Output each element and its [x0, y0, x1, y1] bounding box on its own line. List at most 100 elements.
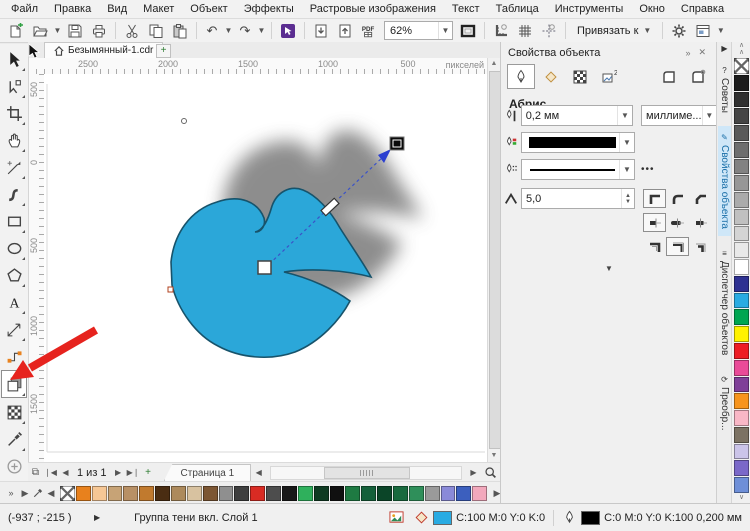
color-swatch[interactable]: [155, 486, 170, 501]
color-swatch[interactable]: [734, 75, 749, 91]
color-swatch[interactable]: [734, 293, 749, 309]
shadow-origin-handle[interactable]: [258, 261, 271, 274]
vertical-ruler[interactable]: 500050010001500: [28, 74, 45, 462]
color-swatch[interactable]: [425, 486, 440, 501]
ellipse-tool[interactable]: [2, 235, 26, 261]
crop-tool[interactable]: [2, 100, 26, 126]
docker-pin-icon[interactable]: »: [681, 48, 694, 58]
publish-pdf-button[interactable]: PDF: [357, 21, 381, 41]
color-swatch[interactable]: [734, 326, 749, 342]
scroll-right-icon[interactable]: ▶: [466, 468, 481, 477]
color-swatch[interactable]: [139, 486, 154, 501]
color-swatch[interactable]: [345, 486, 360, 501]
round-corner-button[interactable]: [666, 189, 689, 208]
scroll-left-icon[interactable]: ◀: [251, 468, 266, 477]
menu-1[interactable]: Файл: [3, 2, 46, 16]
first-page-button[interactable]: ❘◀: [43, 468, 58, 477]
expand-section-icon[interactable]: ▼: [501, 264, 717, 273]
horizontal-scroll-thumb[interactable]: [324, 467, 410, 479]
centered-outline-button[interactable]: [666, 237, 689, 256]
menu-9[interactable]: Таблица: [488, 2, 547, 16]
new-tab-button[interactable]: +: [156, 44, 171, 58]
redo-button-dropdown[interactable]: ▼: [256, 21, 267, 41]
docker-tab-1[interactable]: ?Советы: [718, 59, 731, 120]
new-document-button[interactable]: [4, 21, 28, 41]
outside-outline-button[interactable]: [643, 237, 666, 256]
color-swatch[interactable]: [734, 226, 749, 242]
color-swatch[interactable]: [734, 242, 749, 258]
dimension-tool[interactable]: [2, 316, 26, 342]
eyedropper-tool[interactable]: [2, 426, 26, 452]
no-color-swatch[interactable]: [60, 486, 75, 501]
menu-8[interactable]: Текст: [444, 2, 488, 16]
miter-corner-button[interactable]: [643, 189, 666, 208]
zoom-tool-icon[interactable]: [484, 466, 497, 479]
color-swatch[interactable]: [734, 108, 749, 124]
color-swatch[interactable]: [123, 486, 138, 501]
previous-page-button[interactable]: ◀: [58, 468, 73, 477]
document-color-settings-icon[interactable]: [389, 510, 404, 525]
color-swatch[interactable]: [734, 410, 749, 426]
miter-limit-spinner[interactable]: 5,0 ▲▼: [521, 188, 635, 209]
no-color-swatch[interactable]: [734, 58, 749, 74]
inside-outline-button[interactable]: [689, 237, 712, 256]
import-button[interactable]: [309, 21, 333, 41]
color-swatch[interactable]: [734, 125, 749, 141]
color-swatch[interactable]: [282, 486, 297, 501]
chevron-down-icon[interactable]: ▼: [619, 160, 634, 179]
application-launcher-button[interactable]: [691, 21, 715, 41]
shape-edge-node[interactable]: [168, 287, 173, 292]
color-swatch[interactable]: [734, 209, 749, 225]
show-guidelines-button[interactable]: [537, 21, 561, 41]
print-button[interactable]: [87, 21, 111, 41]
outline-pen-icon[interactable]: [562, 510, 577, 525]
menu-2[interactable]: Правка: [46, 2, 99, 16]
palette-eyedropper-icon[interactable]: [32, 487, 44, 499]
frame-options-button[interactable]: [685, 65, 711, 88]
palette-scroll-down-icon[interactable]: ∨: [739, 494, 744, 501]
text-tool[interactable]: А: [2, 289, 26, 315]
docker-tab-3[interactable]: ≡Диспетчер объектов: [718, 242, 731, 362]
color-swatch[interactable]: [203, 486, 218, 501]
outline-color-combo[interactable]: ▼: [521, 132, 635, 153]
save-button[interactable]: [63, 21, 87, 41]
open-button[interactable]: [28, 21, 52, 41]
menu-11[interactable]: Окно: [631, 2, 673, 16]
bevel-corner-button[interactable]: [689, 189, 712, 208]
fill-color-swatch[interactable]: [433, 511, 452, 525]
palette-scroll-up-icon[interactable]: ∧: [739, 42, 744, 49]
menu-3[interactable]: Вид: [99, 2, 135, 16]
color-swatch[interactable]: [361, 486, 376, 501]
outline-color-swatch[interactable]: [581, 511, 600, 525]
copy-button[interactable]: [144, 21, 168, 41]
tab-transparency[interactable]: [567, 65, 593, 88]
butt-cap-button[interactable]: [643, 213, 666, 232]
palette-expand-icon[interactable]: ∧: [739, 49, 744, 56]
outline-style-combo[interactable]: ▼: [521, 159, 635, 180]
menu-10[interactable]: Инструменты: [547, 2, 632, 16]
connector-tool[interactable]: [2, 343, 26, 369]
chevron-down-icon[interactable]: ▼: [619, 133, 634, 152]
open-button-dropdown[interactable]: ▼: [52, 21, 63, 41]
color-swatch[interactable]: [734, 377, 749, 393]
paste-button[interactable]: [168, 21, 192, 41]
statusbar-flyout-icon[interactable]: ▶: [94, 513, 100, 522]
docker-tab-2[interactable]: ✎Свойства объекта: [718, 126, 731, 236]
chevron-down-icon[interactable]: ▼: [438, 22, 452, 39]
color-swatch[interactable]: [314, 486, 329, 501]
color-swatch[interactable]: [734, 159, 749, 175]
color-swatch[interactable]: [734, 175, 749, 191]
outline-settings-button[interactable]: •••: [641, 164, 655, 175]
page-tab[interactable]: Страница 1: [164, 464, 252, 482]
fill-icon[interactable]: [414, 510, 429, 525]
chevron-down-icon[interactable]: ▼: [617, 106, 632, 125]
color-swatch[interactable]: [734, 142, 749, 158]
export-button[interactable]: [333, 21, 357, 41]
color-swatch[interactable]: [377, 486, 392, 501]
redo-button[interactable]: ↷: [234, 21, 256, 41]
color-swatch[interactable]: [187, 486, 202, 501]
tab-image-adjust[interactable]: 2: [596, 65, 622, 88]
rectangle-tool[interactable]: [2, 208, 26, 234]
color-swatch[interactable]: [734, 343, 749, 359]
drawing-canvas[interactable]: [44, 74, 487, 462]
